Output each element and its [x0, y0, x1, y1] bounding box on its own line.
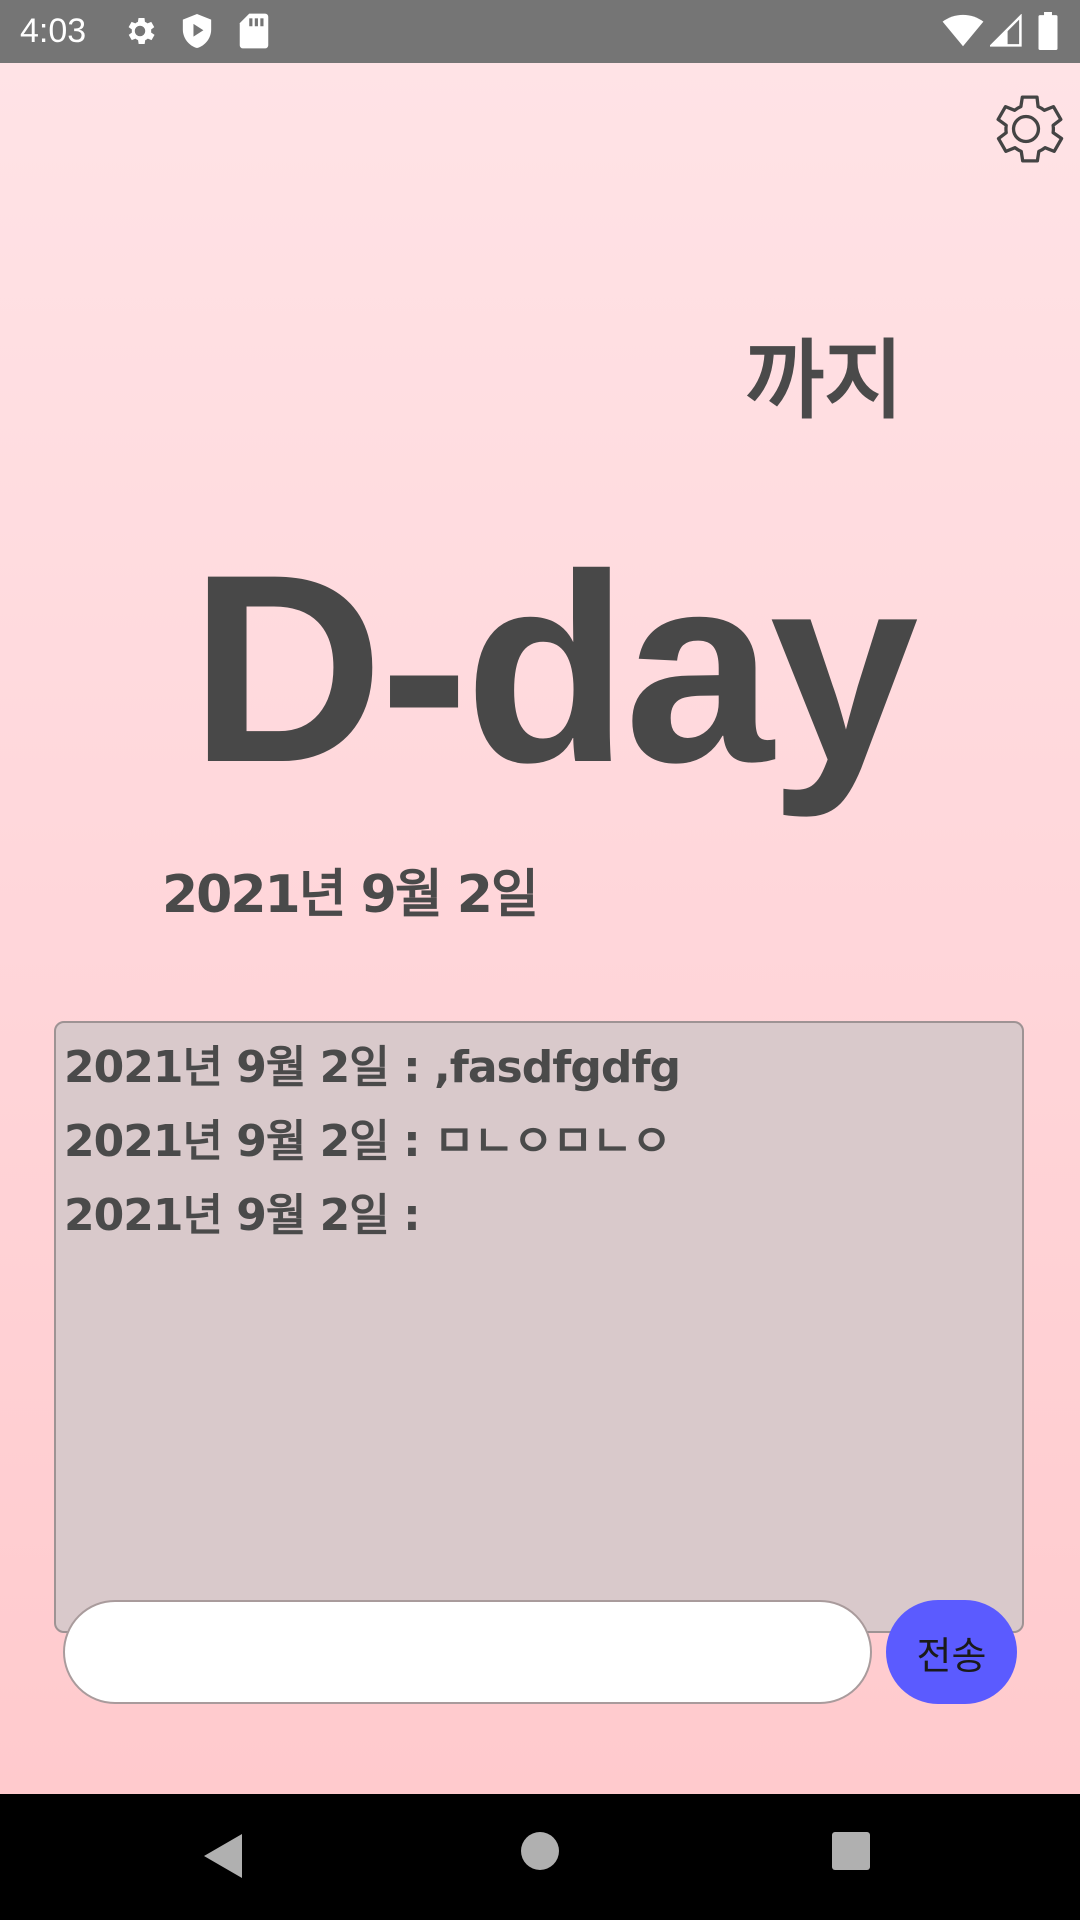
nav-bar — [0, 1794, 1080, 1920]
battery-icon — [1038, 12, 1058, 54]
message-log[interactable]: 2021년 9월 2일 : ,fasdfgdfg 2021년 9월 2일 : ㅁ… — [54, 1021, 1024, 1633]
app-content: 까지 D-day 2021년 9월 2일 2021년 9월 2일 : ,fasd… — [0, 63, 1080, 1794]
send-button[interactable]: 전송 — [886, 1600, 1017, 1704]
home-button[interactable] — [519, 1830, 561, 1872]
log-entry: 2021년 9월 2일 : — [64, 1190, 421, 1241]
recents-icon — [832, 1832, 870, 1870]
status-time: 4:03 — [20, 12, 87, 50]
until-label: 까지 — [745, 331, 904, 431]
status-bar: 4:03 — [0, 0, 1080, 63]
gear-icon — [122, 12, 158, 54]
gear-icon — [996, 95, 1064, 163]
back-button[interactable] — [200, 1826, 250, 1886]
screen: 4:03 까지 D-day 2021년 9월 2일 2021년 9월 2일: … — [0, 0, 1080, 1920]
target-date[interactable]: 2021년 9월 2일 — [162, 863, 539, 927]
dday-title: D-day — [190, 518, 919, 818]
back-icon — [204, 1834, 242, 1878]
home-icon — [521, 1832, 559, 1870]
sd-card-icon — [238, 12, 270, 54]
settings-button[interactable] — [982, 85, 1070, 173]
recents-button[interactable] — [830, 1830, 872, 1872]
shield-play-icon — [180, 12, 214, 54]
wifi-icon — [942, 14, 984, 52]
message-input[interactable] — [63, 1600, 872, 1704]
log-entry: 2021년 9월 2일 : ㅁㄴㅇㅁㄴㅇ — [64, 1116, 672, 1167]
cellular-signal-icon — [988, 13, 1022, 52]
log-entry: 2021년 9월 2일 : ,fasdfgdfg — [64, 1042, 681, 1093]
